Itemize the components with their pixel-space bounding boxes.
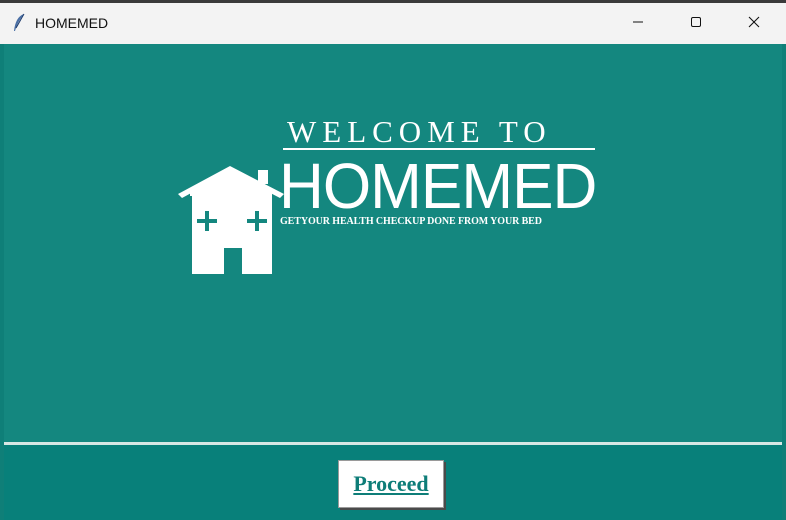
close-button[interactable]: [731, 3, 777, 44]
title-bar[interactable]: HOMEMED: [0, 3, 786, 44]
brand-tagline: GETYOUR HEALTH CHECKUP DONE FROM YOUR BE…: [280, 216, 542, 227]
house-medical-icon: [176, 164, 288, 276]
maximize-button[interactable]: [673, 3, 719, 44]
close-icon: [748, 15, 760, 33]
minimize-button[interactable]: [615, 3, 661, 44]
window-title: HOMEMED: [35, 15, 109, 31]
feather-icon: [12, 13, 26, 33]
brand-name: HOMEMED: [279, 150, 597, 222]
splash-area: [4, 44, 782, 442]
proceed-button[interactable]: Proceed: [338, 460, 444, 508]
app-window: HOMEMED: [0, 3, 786, 520]
maximize-icon: [690, 15, 702, 33]
minimize-icon: [632, 15, 644, 33]
